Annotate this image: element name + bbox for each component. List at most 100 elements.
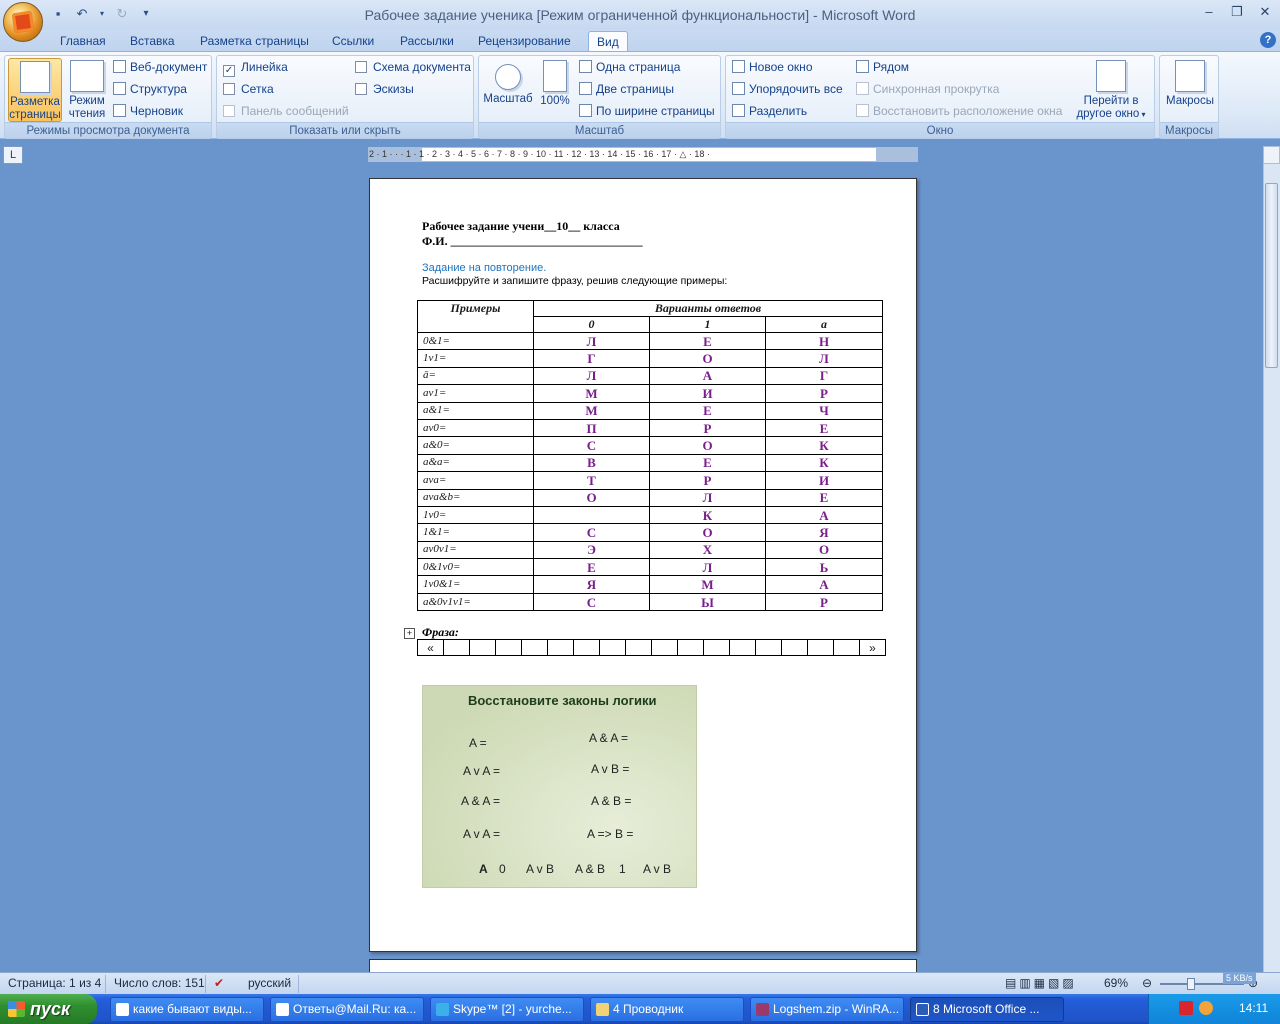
spelling-check-icon[interactable]: ✔ xyxy=(214,976,224,990)
table-row: 1v1= Г О Л xyxy=(417,349,883,368)
word-count[interactable]: Число слов: 151 xyxy=(114,976,205,990)
answer-cell-0: М xyxy=(533,384,650,403)
answer-cell-a: И xyxy=(765,471,883,490)
thumbnails-checkbox[interactable]: Эскизы xyxy=(355,80,414,98)
arrange-all-button[interactable]: Упорядочить все xyxy=(732,80,843,98)
macros-button[interactable]: Макросы xyxy=(1162,58,1218,122)
web-layout-button[interactable]: Веб-документ xyxy=(113,58,207,76)
view-buttons[interactable]: ▤▥▦▧▨ xyxy=(1005,976,1077,990)
law-left-4: A v A = xyxy=(463,827,501,841)
phrase-cell[interactable] xyxy=(521,639,548,656)
reading-mode-button[interactable]: Режим чтения xyxy=(63,58,111,122)
restore-button[interactable]: ❐ xyxy=(1228,4,1246,20)
answer-cell-0: С xyxy=(533,436,650,455)
phrase-cell[interactable]: « xyxy=(417,639,444,656)
gridlines-checkbox[interactable]: Сетка xyxy=(223,80,274,98)
tab-selector[interactable]: L xyxy=(3,146,23,164)
one-page-button[interactable]: Одна страница xyxy=(579,58,680,76)
sync-scroll-button[interactable]: Синхронная прокрутка xyxy=(856,80,999,98)
example-cell: 1v0&1= xyxy=(417,575,534,594)
tab-mailings[interactable]: Рассылки xyxy=(392,31,462,52)
group-show-hide: ✓ Линейка Сетка Панель сообщений Схема до… xyxy=(216,55,474,139)
help-icon[interactable]: ? xyxy=(1260,32,1276,48)
answer-cell-1: Е xyxy=(649,401,766,420)
clock[interactable]: 14:11 xyxy=(1239,1001,1268,1015)
phrase-cell[interactable] xyxy=(547,639,574,656)
task-winrar[interactable]: Logshem.zip - WinRA... xyxy=(750,997,904,1022)
phrase-cell[interactable] xyxy=(833,639,860,656)
page-count[interactable]: Страница: 1 из 4 xyxy=(8,976,101,990)
minimize-button[interactable]: – xyxy=(1200,4,1218,20)
zoom-button[interactable]: Масштаб xyxy=(481,58,535,122)
message-bar-checkbox[interactable]: Панель сообщений xyxy=(223,102,349,120)
zoom-100-button[interactable]: 100% xyxy=(535,58,575,122)
tray-app-icon[interactable] xyxy=(1199,1001,1213,1015)
phrase-cell[interactable] xyxy=(755,639,782,656)
phrase-cell[interactable] xyxy=(807,639,834,656)
phrase-cell[interactable] xyxy=(781,639,808,656)
phrase-cell[interactable] xyxy=(495,639,522,656)
phrase-cell[interactable] xyxy=(677,639,704,656)
start-button[interactable]: пуск xyxy=(0,994,97,1024)
office-button[interactable] xyxy=(3,2,43,42)
phrase-cell[interactable] xyxy=(703,639,730,656)
phrase-cell[interactable] xyxy=(599,639,626,656)
print-layout-button[interactable]: Разметка страницы xyxy=(8,58,62,122)
task-skype[interactable]: Skype™ [2] - yurche... xyxy=(430,997,584,1022)
example-cell: a&0v1v1= xyxy=(417,592,534,612)
tab-page-layout[interactable]: Разметка страницы xyxy=(192,31,317,52)
phrase-cell[interactable] xyxy=(443,639,470,656)
draft-button[interactable]: Черновик xyxy=(113,102,183,120)
document-map-checkbox[interactable]: Схема документа xyxy=(355,58,471,76)
tab-review[interactable]: Рецензирование xyxy=(470,31,579,52)
table-row: ā= Л А Г xyxy=(417,366,883,386)
law-right-2: A v B = xyxy=(591,762,630,776)
tab-insert[interactable]: Вставка xyxy=(122,31,183,52)
answer-cell-1: Х xyxy=(649,540,766,560)
outline-button[interactable]: Структура xyxy=(113,80,187,98)
answer-cell-0: П xyxy=(533,418,650,438)
example-cell: 1v1= xyxy=(417,349,534,368)
phrase-cell[interactable] xyxy=(651,639,678,656)
phrase-cell[interactable] xyxy=(625,639,652,656)
phrase-cell[interactable] xyxy=(469,639,496,656)
language-indicator[interactable]: русский xyxy=(248,976,291,990)
antivirus-icon[interactable] xyxy=(1179,1001,1193,1015)
answer-cell-1: И xyxy=(649,384,766,403)
view-ruler-button[interactable] xyxy=(1263,146,1280,164)
ie-icon xyxy=(116,1003,129,1016)
zoom-level[interactable]: 69% xyxy=(1104,976,1128,990)
zoom-slider-thumb[interactable] xyxy=(1187,978,1195,990)
answer-cell-a: А xyxy=(765,575,883,594)
scrollbar-thumb[interactable] xyxy=(1265,183,1278,368)
task-ie-2[interactable]: Ответы@Mail.Ru: ка... xyxy=(270,997,424,1022)
office-logo-icon xyxy=(11,10,35,34)
side-by-side-button[interactable]: Рядом xyxy=(856,58,909,76)
network-speed: 5 KB/s xyxy=(1223,972,1256,984)
task-explorer[interactable]: 4 Проводник xyxy=(590,997,744,1022)
reset-window-position-button[interactable]: Восстановить расположение окна xyxy=(856,102,1062,120)
phrase-cell[interactable]: » xyxy=(859,639,886,656)
example-cell: 0&1= xyxy=(417,331,534,351)
task-word[interactable]: 8 Microsoft Office ... xyxy=(910,997,1064,1022)
split-button[interactable]: Разделить xyxy=(732,102,807,120)
phrase-cell[interactable] xyxy=(729,639,756,656)
page-width-button[interactable]: По ширине страницы xyxy=(579,102,715,120)
horizontal-ruler[interactable]: 2 · 1 · · · 1 · 1 · 2 · 3 · 4 · 5 · 6 · … xyxy=(368,147,918,162)
table-row: 0&1v0= Е Л Ь xyxy=(417,558,883,577)
tab-home[interactable]: Главная xyxy=(52,31,114,52)
new-window-button[interactable]: Новое окно xyxy=(732,58,813,76)
switch-windows-button[interactable]: Перейти в другое окно ▾ xyxy=(1070,58,1152,122)
table-row: a&a= В Е К xyxy=(417,453,883,473)
table-move-handle-icon[interactable]: + xyxy=(404,628,415,639)
tab-references[interactable]: Ссылки xyxy=(324,31,382,52)
document-page[interactable]: Рабочее задание учени__10__ класса Ф.И. … xyxy=(369,178,917,952)
task-ie-1[interactable]: какие бывают виды... xyxy=(110,997,264,1022)
two-pages-button[interactable]: Две страницы xyxy=(579,80,674,98)
close-button[interactable]: ✕ xyxy=(1256,4,1274,20)
tab-view[interactable]: Вид xyxy=(588,31,628,52)
logic-laws-image: Восстановите законы логики A = A v A = A… xyxy=(422,685,697,888)
phrase-cell[interactable] xyxy=(573,639,600,656)
ruler-checkbox[interactable]: ✓ Линейка xyxy=(223,58,288,77)
zoom-out-icon[interactable]: ⊖ xyxy=(1142,976,1152,990)
